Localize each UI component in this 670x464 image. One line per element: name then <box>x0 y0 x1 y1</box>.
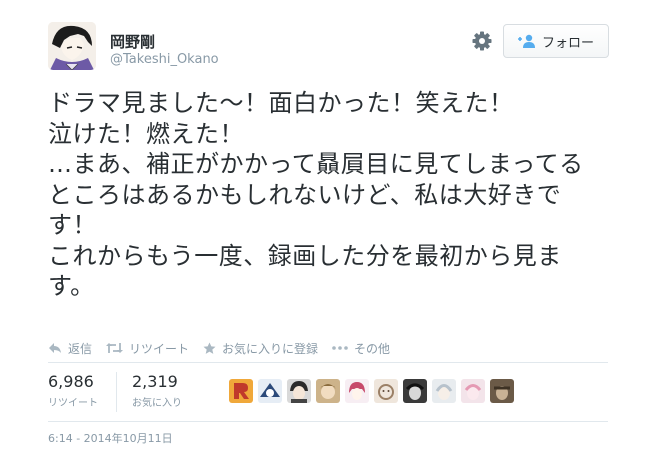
favoriter-avatar[interactable] <box>374 379 398 403</box>
add-user-icon <box>517 34 536 48</box>
favorite-label: お気に入りに登録 <box>222 341 319 356</box>
divider <box>48 421 608 422</box>
reply-icon <box>48 342 62 354</box>
favoriter-avatar[interactable] <box>229 379 253 403</box>
favorite-count-value: 2,319 <box>132 372 178 391</box>
follow-button-label: フォロー <box>541 35 594 51</box>
favoriter-avatar[interactable] <box>316 379 340 403</box>
more-label: その他 <box>354 341 391 356</box>
retweet-count[interactable]: 6,986 リツイート <box>48 372 98 410</box>
retweet-button[interactable]: リツイート <box>106 340 189 357</box>
user-handle[interactable]: @Takeshi_Okano <box>110 52 219 67</box>
retweet-count-label: リツイート <box>48 398 98 409</box>
tweet-actions: 返信 リツイート お気に入りに登録 その他 <box>48 338 404 358</box>
retweet-count-value: 6,986 <box>48 372 94 391</box>
favorite-button[interactable]: お気に入りに登録 <box>203 340 318 357</box>
favoriter-avatar[interactable] <box>432 379 456 403</box>
stat-separator <box>116 372 117 412</box>
divider <box>48 362 608 363</box>
more-button[interactable]: その他 <box>332 340 390 357</box>
favoriter-avatar[interactable] <box>403 379 427 403</box>
tweet-text: ドラマ見ました〜！面白かった！笑えた！ 泣けた！燃えた！ …まあ、補正がかかって… <box>48 89 584 300</box>
avatar[interactable] <box>48 22 96 70</box>
more-dots-icon <box>332 346 348 350</box>
gear-icon[interactable] <box>472 31 492 51</box>
star-icon <box>203 342 216 355</box>
favorite-count-label: お気に入り <box>132 398 182 409</box>
follow-button[interactable]: フォロー <box>503 24 609 58</box>
reply-button[interactable]: 返信 <box>48 340 92 357</box>
favoriter-avatars <box>229 379 514 403</box>
favoriter-avatar[interactable] <box>258 379 282 403</box>
favoriter-avatar[interactable] <box>490 379 514 403</box>
retweet-label: リツイート <box>129 341 190 356</box>
favorite-count[interactable]: 2,319 お気に入り <box>132 372 182 410</box>
tweet-timestamp[interactable]: 6:14 - 2014年10月11日 <box>48 430 173 446</box>
retweet-icon <box>106 342 124 354</box>
favoriter-avatar[interactable] <box>461 379 485 403</box>
display-name[interactable]: 岡野剛 <box>110 31 155 52</box>
favoriter-avatar[interactable] <box>287 379 311 403</box>
favoriter-avatar[interactable] <box>345 379 369 403</box>
reply-label: 返信 <box>68 341 93 356</box>
